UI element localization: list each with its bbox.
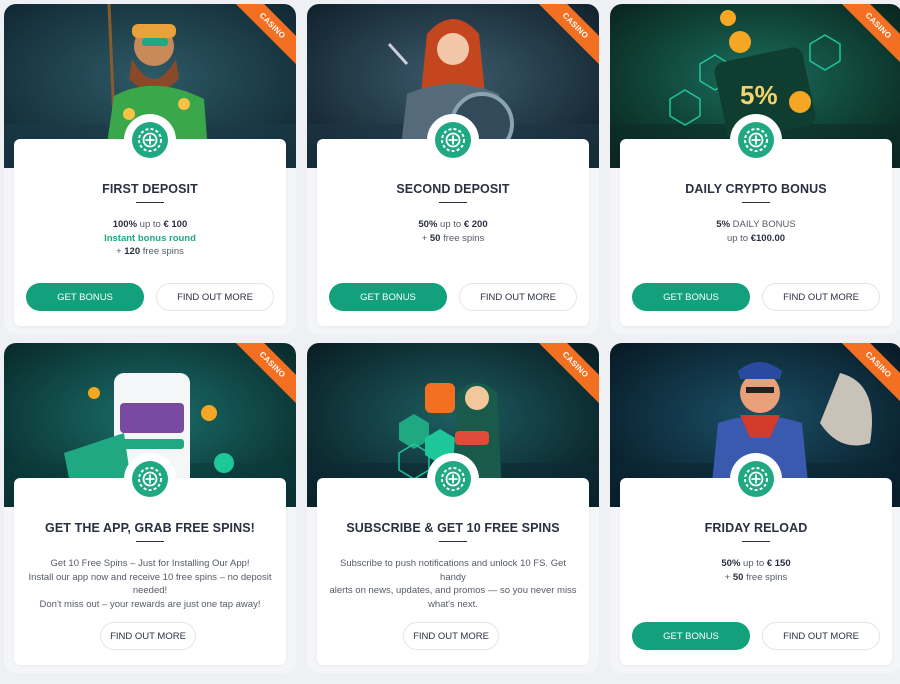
title-divider xyxy=(439,541,467,542)
description-line: 5% DAILY BONUS xyxy=(716,219,796,230)
description-line: + 120 free spins xyxy=(116,246,184,257)
promo-panel: DAILY CRYPTO BONUS 5% DAILY BONUS up to €1… xyxy=(620,139,892,326)
title-divider xyxy=(439,202,467,203)
button-row: FIND OUT MORE xyxy=(317,622,589,650)
description-line: needed! xyxy=(132,585,168,596)
promo-panel: SECOND DEPOSIT 50% up to € 200 + 50 free s… xyxy=(317,139,589,326)
title-divider xyxy=(742,202,770,203)
promo-panel: SUBSCRIBE & GET 10 FREE SPINS Subscribe t… xyxy=(317,478,589,665)
button-row: GET BONUS FIND OUT MORE xyxy=(620,622,892,650)
description-line: 50% up to € 200 xyxy=(418,219,488,230)
description-line: 100% up to € 100 xyxy=(112,219,188,230)
find-out-more-button[interactable]: FIND OUT MORE xyxy=(762,283,880,311)
roulette-logo-icon xyxy=(124,114,176,166)
find-out-more-button[interactable]: FIND OUT MORE xyxy=(100,622,196,650)
promo-description: 50% up to € 150 + 50 free spins xyxy=(632,557,880,584)
description-line: Get 10 Free Spins – Just for Installing … xyxy=(50,558,250,569)
promo-panel: FIRST DEPOSIT 100% up to € 100 Instant bon… xyxy=(14,139,286,326)
promo-panel: GET THE APP, GRAB FREE SPINS! Get 10 Free… xyxy=(14,478,286,665)
get-bonus-button[interactable]: GET BONUS xyxy=(329,283,447,311)
promo-card: CASINO SECOND DEPOSIT 50% up to € 200 + 50… xyxy=(307,4,599,334)
promo-card: CASINO GET THE APP, GRAB FREE SPINS! Get … xyxy=(4,343,296,673)
promo-title: SUBSCRIBE & GET 10 FREE SPINS xyxy=(346,521,560,535)
promo-panel: FRIDAY RELOAD 50% up to € 150 + 50 free sp… xyxy=(620,478,892,665)
promo-title: GET THE APP, GRAB FREE SPINS! xyxy=(45,521,255,535)
find-out-more-button[interactable]: FIND OUT MORE xyxy=(459,283,577,311)
roulette-logo-icon xyxy=(427,114,479,166)
description-line: + 50 free spins xyxy=(421,232,485,244)
roulette-logo-icon xyxy=(427,453,479,505)
get-bonus-button[interactable]: GET BONUS xyxy=(632,622,750,650)
promo-description: 5% DAILY BONUS up to €100.00 xyxy=(632,218,880,245)
promo-title: DAILY CRYPTO BONUS xyxy=(685,182,827,196)
promo-title: FIRST DEPOSIT xyxy=(102,182,198,196)
description-line: Subscribe to push notifications and unlo… xyxy=(339,558,567,583)
promo-description: 50% up to € 200 + 50 free spins xyxy=(329,218,577,245)
promo-card: 5% CASINO DAILY CRYPTO BONUS 5% DAILY BON… xyxy=(610,4,900,334)
description-line: up to €100.00 xyxy=(726,232,786,244)
button-row: FIND OUT MORE xyxy=(14,622,286,650)
promo-description: Get 10 Free Spins – Just for Installing … xyxy=(26,557,274,611)
promo-description: Subscribe to push notifications and unlo… xyxy=(329,557,577,611)
promo-title: SECOND DEPOSIT xyxy=(396,182,510,196)
description-line: 50% up to € 150 xyxy=(721,558,791,569)
promo-title: FRIDAY RELOAD xyxy=(704,521,808,535)
get-bonus-button[interactable]: GET BONUS xyxy=(26,283,144,311)
promo-card: CASINO FIRST DEPOSIT 100% up to € 100 Inst… xyxy=(4,4,296,334)
description-line: + 50 free spins xyxy=(724,571,788,583)
roulette-logo-icon xyxy=(124,453,176,505)
roulette-logo-icon xyxy=(730,114,782,166)
title-divider xyxy=(136,202,164,203)
button-row: GET BONUS FIND OUT MORE xyxy=(14,283,286,311)
find-out-more-button[interactable]: FIND OUT MORE xyxy=(762,622,880,650)
description-line: Don't miss out – your rewards are just o… xyxy=(39,598,261,610)
description-line: what's next. xyxy=(428,598,478,610)
description-line: alerts on news, updates, and promos — so… xyxy=(329,585,577,596)
svg-text:5%: 5% xyxy=(740,80,778,110)
description-line: Install our app now and receive 10 free … xyxy=(28,571,272,583)
find-out-more-button[interactable]: FIND OUT MORE xyxy=(403,622,499,650)
description-line: Instant bonus round xyxy=(104,232,196,244)
promo-card: CASINO SUBSCRIBE & GET 10 FREE SPINS Subs… xyxy=(307,343,599,673)
promo-description: 100% up to € 100 Instant bonus round + 120… xyxy=(26,218,274,259)
promo-card: CASINO FRIDAY RELOAD 50% up to € 150 + 50 … xyxy=(610,343,900,673)
title-divider xyxy=(136,541,164,542)
button-row: GET BONUS FIND OUT MORE xyxy=(317,283,589,311)
button-row: GET BONUS FIND OUT MORE xyxy=(620,283,892,311)
title-divider xyxy=(742,541,770,542)
find-out-more-button[interactable]: FIND OUT MORE xyxy=(156,283,274,311)
get-bonus-button[interactable]: GET BONUS xyxy=(632,283,750,311)
promotions-grid: CASINO FIRST DEPOSIT 100% up to € 100 Inst… xyxy=(0,0,900,684)
roulette-logo-icon xyxy=(730,453,782,505)
